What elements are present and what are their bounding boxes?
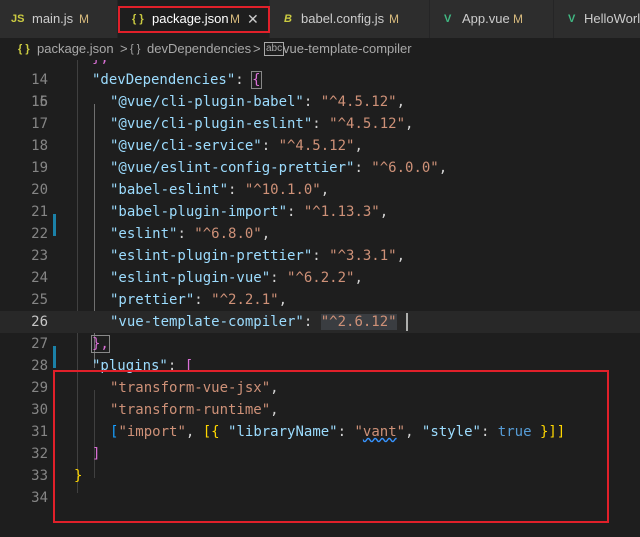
breadcrumb-file[interactable]: package.json — [37, 38, 114, 60]
code-line: 24 "eslint-plugin-vue": "^6.2.2", — [31, 270, 363, 286]
tab-app-vue[interactable]: V App.vue M — [430, 0, 554, 38]
chevron-right-icon: > — [120, 41, 128, 56]
code-line: 19 "@vue/eslint-config-prettier": "^6.0.0… — [31, 160, 448, 176]
string-icon: abc — [264, 42, 285, 56]
tab-main-js[interactable]: JS main.js M — [0, 0, 118, 38]
tab-label: App.vue — [462, 11, 510, 26]
code-line: 27}, — [31, 335, 110, 353]
plugins-highlight-box — [53, 370, 609, 523]
modified-indicator: M — [513, 12, 523, 26]
tab-babel-config-js[interactable]: B babel.config.js M — [270, 0, 430, 38]
vue-file-icon: V — [444, 13, 452, 25]
javascript-file-icon: JS — [11, 13, 25, 25]
object-icon: { } — [130, 43, 141, 55]
breadcrumb: { } package.json > { } devDependencies >… — [0, 38, 640, 60]
code-line: 22 "eslint": "^6.8.0", — [31, 226, 271, 242]
code-line: 18 "@vue/cli-service": "^4.5.12", — [31, 138, 363, 154]
json-file-icon: { } — [18, 43, 30, 55]
code-line: 14 }, — [31, 60, 109, 88]
chevron-right-icon: > — [253, 41, 261, 56]
tab-helloworld-vue[interactable]: V HelloWorl — [554, 0, 640, 38]
selected-version: "^2.6.12" — [320, 314, 397, 330]
tab-label: HelloWorl — [584, 11, 640, 26]
tab-label: main.js — [32, 11, 74, 26]
modified-indicator: M — [79, 12, 89, 26]
tab-label: babel.config.js — [301, 11, 385, 26]
vue-file-icon: V — [568, 13, 576, 25]
babel-file-icon: B — [284, 13, 292, 25]
text-cursor — [406, 313, 408, 331]
breadcrumb-dev-dependencies[interactable]: devDependencies — [147, 38, 251, 60]
code-line: 20 "babel-eslint": "^10.1.0", — [31, 182, 330, 198]
code-line: 16 "@vue/cli-plugin-babel": "^4.5.12", — [31, 94, 406, 110]
code-line: 17 "@vue/cli-plugin-eslint": "^4.5.12", — [31, 116, 414, 132]
tab-highlight-box — [118, 6, 270, 33]
code-line: 25 "prettier": "^2.2.1", — [31, 292, 288, 308]
code-line: 21 "babel-plugin-import": "^1.13.3", — [31, 204, 389, 220]
editor-tab-bar: JS main.js M { } package.json M ✕ B babe… — [0, 0, 640, 38]
code-line: 15 "devDependencies": { — [31, 71, 262, 110]
code-line: 23 "eslint-plugin-prettier": "^3.3.1", — [31, 248, 406, 264]
code-line-current: 26 "vue-template-compiler": "^2.6.12" — [0, 311, 640, 333]
breadcrumb-vue-template-compiler[interactable]: vue-template-compiler — [283, 38, 412, 60]
modified-indicator: M — [389, 12, 399, 26]
